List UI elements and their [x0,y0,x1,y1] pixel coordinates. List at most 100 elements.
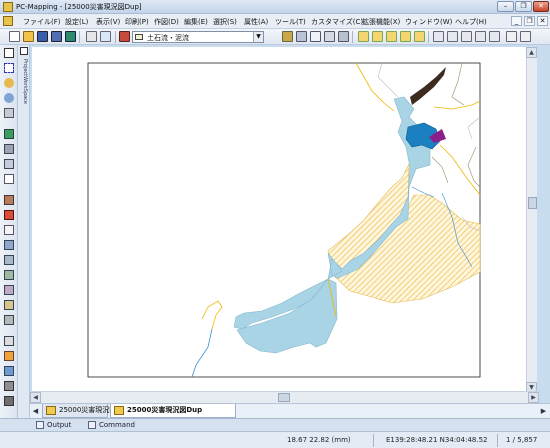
grid-icon[interactable] [475,31,486,42]
move-top-icon[interactable] [414,31,425,42]
vertical-scroll-thumb[interactable] [528,197,537,209]
status-separator [373,434,374,447]
menu-edit[interactable]: 編集(E) [184,17,208,27]
window-icon[interactable] [489,31,500,42]
menu-customize[interactable]: カスタマイズ(C) [311,17,363,27]
scroll-left-icon[interactable]: ◀ [30,392,41,403]
menu-draw[interactable]: 作図(D) [154,17,179,27]
measure-icon[interactable] [4,315,14,325]
tab-output[interactable]: Output [34,419,80,431]
open-folder-icon[interactable] [23,31,34,42]
arrow-select-icon[interactable] [4,48,14,58]
line-tool-icon[interactable] [4,210,14,220]
mdi-close-button[interactable]: ✕ [537,16,548,26]
close-button[interactable]: ✕ [533,1,549,12]
image-icon[interactable] [4,174,14,184]
layer-copy-icon[interactable] [296,31,307,42]
document-icon [3,16,13,26]
menu-settings[interactable]: 設定(L) [65,17,88,27]
page-setup-icon[interactable] [447,31,458,42]
text-tool-icon[interactable] [4,159,14,169]
layer-properties-icon[interactable] [282,31,293,42]
printer-icon[interactable] [338,31,349,42]
menu-select[interactable]: 選択(S) [213,17,237,27]
move-icon[interactable] [4,255,14,265]
tab-command[interactable]: Command [86,419,142,431]
save-icon[interactable] [37,31,48,42]
map-document-icon [46,406,56,415]
zoom-out-icon[interactable] [4,93,14,103]
move-up-icon[interactable] [386,31,397,42]
menu-tools[interactable]: ツール(T) [275,17,306,27]
rotate-icon[interactable] [4,270,14,280]
title-bar: PC-Mapping - [25000災害現況図Dup] – ❐ ✕ [0,0,550,14]
table-icon[interactable] [4,381,14,391]
snap-icon[interactable] [4,300,14,310]
map-canvas[interactable]: ▲ ▼ [32,47,537,391]
panel-right-icon[interactable] [520,31,531,42]
tab-disaster-map-dup[interactable]: 25000災害現況図Dup [110,404,236,418]
frame-icon[interactable] [461,31,472,42]
minimize-button[interactable]: – [497,1,514,12]
window-title: PC-Mapping - [25000災害現況図Dup] [16,3,142,11]
zoom-in-icon[interactable] [4,78,14,88]
toolbar-separator [428,31,429,43]
menu-print[interactable]: 印刷(P) [125,17,149,27]
save-all-icon[interactable] [51,31,62,42]
menu-window[interactable]: ウィンドウ(W) [405,17,452,27]
main-toolbar: 土石流・泥流 ▼ [0,29,550,45]
chevron-down-icon[interactable]: ▼ [253,32,263,42]
tab-label: 25000災害現況図 [59,406,117,414]
restore-button[interactable]: ❐ [515,1,532,12]
layer-icon[interactable] [119,31,130,42]
tab-next-icon[interactable]: ▶ [539,407,548,416]
horizontal-scroll-thumb[interactable] [278,393,290,402]
menu-view[interactable]: 表示(V) [96,17,120,27]
map-drawing [87,62,481,378]
draw-icon[interactable] [4,351,14,361]
point-tool-icon[interactable] [4,195,14,205]
scale-icon[interactable] [4,285,14,295]
cut-icon[interactable] [86,31,97,42]
scroll-right-icon[interactable]: ▶ [528,392,539,403]
export-icon[interactable] [65,31,76,42]
tab-prev-icon[interactable]: ◀ [31,407,40,416]
panel-left-icon[interactable] [506,31,517,42]
search-icon[interactable] [324,31,335,42]
tab-disaster-map[interactable]: 25000災害現況図 [42,404,116,418]
move-down-icon[interactable] [400,31,411,42]
page-layout-icon[interactable] [433,31,444,42]
scroll-up-icon[interactable]: ▲ [526,47,537,58]
status-separator [497,434,498,447]
menu-help[interactable]: ヘルプ(H) [455,17,487,27]
project-workspace-tab[interactable]: ProjectWorkSpace [18,45,30,418]
print-preview-icon[interactable] [100,31,111,42]
layer-select[interactable]: 土石流・泥流 ▼ [132,31,264,43]
polygon-tool-icon[interactable] [4,225,14,235]
pin-icon[interactable] [20,47,28,55]
command-icon [88,421,96,429]
layer-panel-icon[interactable] [4,129,14,139]
sort-desc-icon[interactable] [372,31,383,42]
attribute-icon[interactable] [4,336,14,346]
menu-bar: ファイル(F) 設定(L) 表示(V) 印刷(P) 作図(D) 編集(E) 選択… [0,14,550,29]
document-tabs: ◀ 25000災害現況図 25000災害現況図Dup ▶ [30,403,550,418]
mdi-restore-button[interactable]: ❐ [524,16,535,26]
menu-extensions[interactable]: 拡張機能(X) [362,17,400,27]
fill-icon[interactable] [4,366,14,376]
pan-icon[interactable] [4,108,14,118]
horizontal-scrollbar[interactable]: ◀ ▶ [30,391,539,403]
vertical-scrollbar[interactable]: ▲ ▼ [526,47,537,391]
document-icon[interactable] [310,31,321,42]
vertex-edit-icon[interactable] [4,240,14,250]
menu-file[interactable]: ファイル(F) [23,17,61,27]
sort-asc-icon[interactable] [358,31,369,42]
settings-icon[interactable] [4,396,14,406]
rectangle-select-icon[interactable] [4,63,14,73]
print-icon[interactable] [4,144,14,154]
new-file-icon[interactable] [9,31,20,42]
mdi-minimize-button[interactable]: _ [511,16,522,26]
menu-attribute[interactable]: 属性(A) [244,17,268,27]
output-icon [36,421,44,429]
scroll-down-icon[interactable]: ▼ [526,382,537,391]
